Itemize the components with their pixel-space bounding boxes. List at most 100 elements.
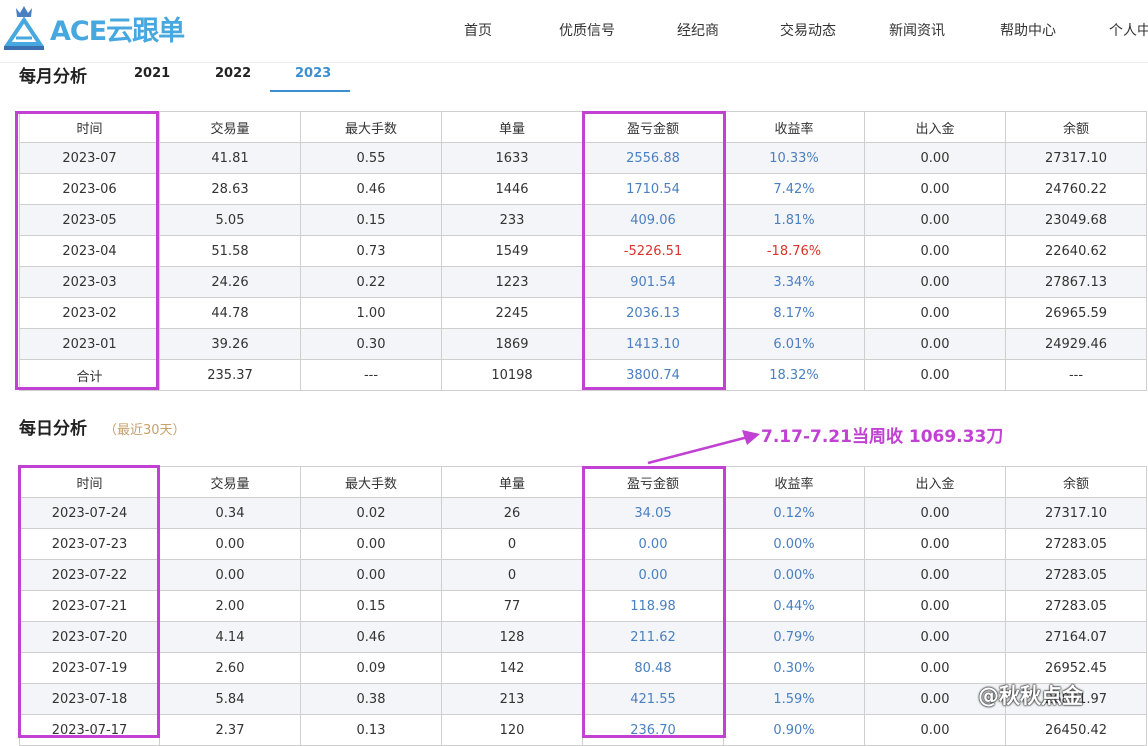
monthly-cell: 0.00 (864, 328, 1006, 360)
daily-cell: 0.38 (300, 683, 442, 715)
daily-cell: 26952.45 (1005, 652, 1147, 684)
highlight-box-monthly-pnl (582, 111, 726, 390)
nav-news[interactable]: 新闻资讯 (889, 0, 945, 62)
daily-cell: 0.00 (864, 590, 1006, 622)
monthly-header-cell: 最大手数 (300, 111, 442, 143)
daily-cell: 27164.07 (1005, 621, 1147, 653)
monthly-cell: 24760.22 (1005, 173, 1147, 205)
monthly-cell: 23049.68 (1005, 204, 1147, 236)
nav-signals[interactable]: 优质信号 (559, 0, 615, 62)
daily-cell: 26450.42 (1005, 714, 1147, 746)
top-header: ACE云跟单 首页 优质信号 经纪商 交易动态 新闻资讯 帮助中心 个人中 (0, 0, 1148, 63)
daily-cell: 26 (441, 497, 583, 529)
daily-cell: 4.14 (159, 621, 301, 653)
daily-cell: 27283.05 (1005, 559, 1147, 591)
highlight-box-date-column (18, 465, 160, 738)
monthly-cell: 1633 (441, 142, 583, 174)
monthly-cell: 27867.13 (1005, 266, 1147, 298)
daily-cell: 0.79% (723, 621, 865, 653)
daily-cell: 0.44% (723, 590, 865, 622)
daily-cell: 213 (441, 683, 583, 715)
daily-cell: 77 (441, 590, 583, 622)
monthly-cell: 0.15 (300, 204, 442, 236)
daily-cell: 0.00 (300, 528, 442, 560)
daily-cell: 0 (441, 559, 583, 591)
daily-header-cell: 余额 (1005, 466, 1147, 498)
monthly-header-cell: 余额 (1005, 111, 1147, 143)
daily-cell: 0 (441, 528, 583, 560)
monthly-cell: 1446 (441, 173, 583, 205)
monthly-cell: 0.00 (864, 266, 1006, 298)
daily-cell: 27317.10 (1005, 497, 1147, 529)
monthly-cell: 28.63 (159, 173, 301, 205)
monthly-cell: 6.01% (723, 328, 865, 360)
monthly-cell: 0.00 (864, 142, 1006, 174)
daily-cell: 0.46 (300, 621, 442, 653)
daily-cell: 0.02 (300, 497, 442, 529)
monthly-cell: --- (300, 359, 442, 391)
nav-help[interactable]: 帮助中心 (1000, 0, 1056, 62)
daily-header-cell: 最大手数 (300, 466, 442, 498)
tab-year-2022[interactable]: 2022 (215, 66, 251, 81)
weekly-profit-annotation: 7.17-7.21当周收 1069.33刀 (761, 427, 1004, 447)
daily-header-cell: 交易量 (159, 466, 301, 498)
daily-cell: 0.00 (864, 559, 1006, 591)
monthly-header-cell: 单量 (441, 111, 583, 143)
monthly-cell: --- (1005, 359, 1147, 391)
monthly-analysis-title: 每月分析 (19, 67, 87, 87)
monthly-cell: 233 (441, 204, 583, 236)
monthly-cell: 24.26 (159, 266, 301, 298)
annotation-arrow (647, 430, 760, 465)
monthly-cell: 41.81 (159, 142, 301, 174)
monthly-cell: 0.00 (864, 204, 1006, 236)
monthly-cell: 39.26 (159, 328, 301, 360)
monthly-header-cell: 收益率 (723, 111, 865, 143)
monthly-cell: 0.22 (300, 266, 442, 298)
monthly-cell: 10.33% (723, 142, 865, 174)
daily-cell: 128 (441, 621, 583, 653)
daily-analysis-subtitle: （最近30天） (104, 423, 186, 438)
daily-cell: 2.60 (159, 652, 301, 684)
daily-cell: 0.00 (159, 528, 301, 560)
daily-cell: 5.84 (159, 683, 301, 715)
daily-cell: 0.90% (723, 714, 865, 746)
tab-year-2023[interactable]: 2023 (295, 66, 331, 81)
monthly-cell: 1.00 (300, 297, 442, 329)
daily-cell: 142 (441, 652, 583, 684)
watermark: @秋秋点金 (978, 684, 1083, 708)
daily-cell: 0.00 (864, 714, 1006, 746)
monthly-cell: 22640.62 (1005, 235, 1147, 267)
nav-home[interactable]: 首页 (464, 0, 492, 62)
daily-cell: 0.30% (723, 652, 865, 684)
monthly-cell: 24929.46 (1005, 328, 1147, 360)
monthly-cell: 2245 (441, 297, 583, 329)
monthly-cell: 0.55 (300, 142, 442, 174)
monthly-cell: -18.76% (723, 235, 865, 267)
nav-brokers[interactable]: 经纪商 (677, 0, 719, 62)
nav-trade-activity[interactable]: 交易动态 (780, 0, 836, 62)
daily-cell: 0.00 (159, 559, 301, 591)
active-tab-underline (270, 90, 350, 92)
daily-header-cell: 单量 (441, 466, 583, 498)
daily-cell: 0.00 (864, 621, 1006, 653)
highlight-box-daily-pnl (582, 466, 726, 738)
monthly-cell: 1869 (441, 328, 583, 360)
daily-cell: 27283.05 (1005, 528, 1147, 560)
monthly-cell: 3.34% (723, 266, 865, 298)
daily-cell: 0.00% (723, 528, 865, 560)
daily-cell: 27283.05 (1005, 590, 1147, 622)
monthly-cell: 26965.59 (1005, 297, 1147, 329)
monthly-cell: 0.00 (864, 173, 1006, 205)
daily-cell: 2.00 (159, 590, 301, 622)
monthly-cell: 0.30 (300, 328, 442, 360)
monthly-cell: 0.46 (300, 173, 442, 205)
daily-cell: 0.34 (159, 497, 301, 529)
monthly-cell: 1223 (441, 266, 583, 298)
monthly-cell: 10198 (441, 359, 583, 391)
daily-header-cell: 收益率 (723, 466, 865, 498)
daily-header-cell: 出入金 (864, 466, 1006, 498)
tab-year-2021[interactable]: 2021 (134, 66, 170, 81)
nav-personal-center[interactable]: 个人中 (1109, 0, 1148, 62)
monthly-cell: 27317.10 (1005, 142, 1147, 174)
daily-cell: 120 (441, 714, 583, 746)
